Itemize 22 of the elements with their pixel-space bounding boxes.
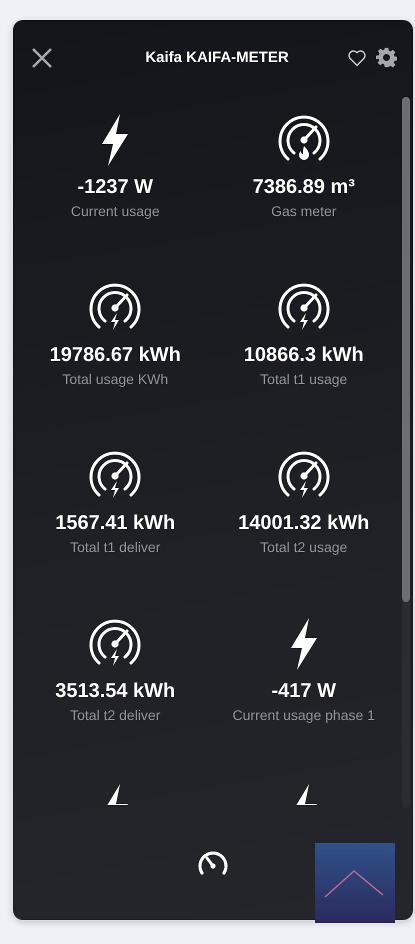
settings-icon[interactable] [376, 47, 397, 68]
scrollbar[interactable] [402, 97, 410, 808]
speedometer-icon[interactable] [197, 850, 229, 876]
reading-label: Current usage [70, 202, 160, 221]
reading-label: Total t2 usage [260, 538, 348, 557]
reading-label: Total t1 deliver [70, 538, 160, 557]
reading-value: 7386.89 m³ [252, 175, 355, 200]
reading-label: Current usage phase 1 [232, 706, 375, 725]
reading-value: 19786.67 kWh [50, 343, 181, 368]
device-title: Kaifa KAIFA-METER [144, 49, 290, 66]
reading-value: 3513.54 kWh [55, 679, 176, 704]
reading-value: 1567.41 kWh [55, 511, 176, 536]
reading-value: -1237 W [77, 175, 154, 200]
heart-icon[interactable] [347, 48, 367, 66]
reading-label: Total t2 deliver [70, 706, 160, 725]
reading-label: Gas meter [271, 202, 336, 221]
reading-label: Total t1 usage [260, 370, 348, 389]
close-icon[interactable] [31, 46, 53, 68]
reading-value: -417 W [272, 679, 336, 704]
reading-label: Total usage KWh [62, 370, 168, 389]
reading-value: 10866.3 kWh [244, 343, 364, 368]
reading-value: 14001.32 kWh [238, 511, 370, 536]
